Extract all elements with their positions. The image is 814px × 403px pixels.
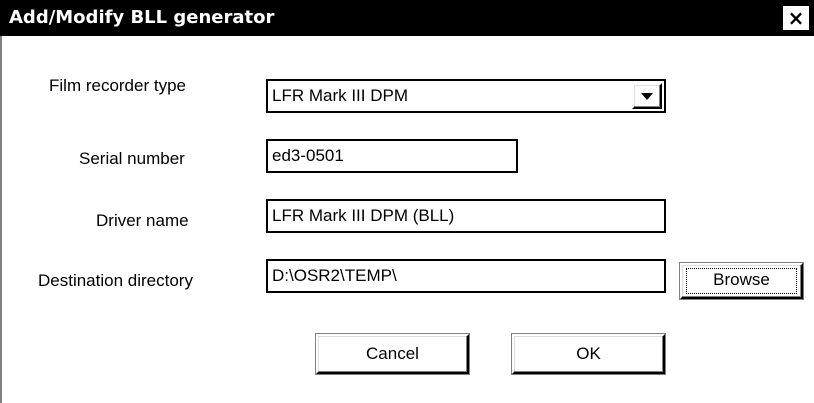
close-button[interactable]: × [783, 6, 809, 30]
browse-button[interactable]: Browse [680, 263, 803, 299]
film-recorder-type-label: Film recorder type [49, 76, 186, 95]
destination-directory-field[interactable]: D:\OSR2\TEMP\ [266, 259, 666, 293]
close-icon: × [787, 6, 805, 30]
chevron-down-icon [641, 93, 653, 100]
ok-button-label: OK [576, 344, 601, 363]
title-bar[interactable]: Add/Modify BLL generator × [0, 0, 814, 36]
driver-name-field[interactable]: LFR Mark III DPM (BLL) [266, 199, 666, 233]
dropdown-button[interactable] [632, 83, 662, 109]
dialog-title: Add/Modify BLL generator [9, 7, 275, 28]
film-recorder-type-value: LFR Mark III DPM [272, 86, 409, 105]
film-recorder-type-select[interactable]: LFR Mark III DPM [266, 79, 666, 113]
cancel-button[interactable]: Cancel [316, 334, 469, 374]
cancel-button-label: Cancel [366, 344, 419, 363]
browse-button-label: Browse [686, 268, 797, 294]
dialog-window: Add/Modify BLL generator × Film recorder… [0, 0, 814, 403]
ok-button[interactable]: OK [512, 334, 665, 374]
serial-number-label: Serial number [79, 149, 185, 168]
window-left-border [0, 0, 2, 403]
destination-directory-label: Destination directory [38, 271, 193, 290]
serial-number-field[interactable]: ed3-0501 [266, 139, 518, 173]
driver-name-label: Driver name [96, 211, 189, 230]
